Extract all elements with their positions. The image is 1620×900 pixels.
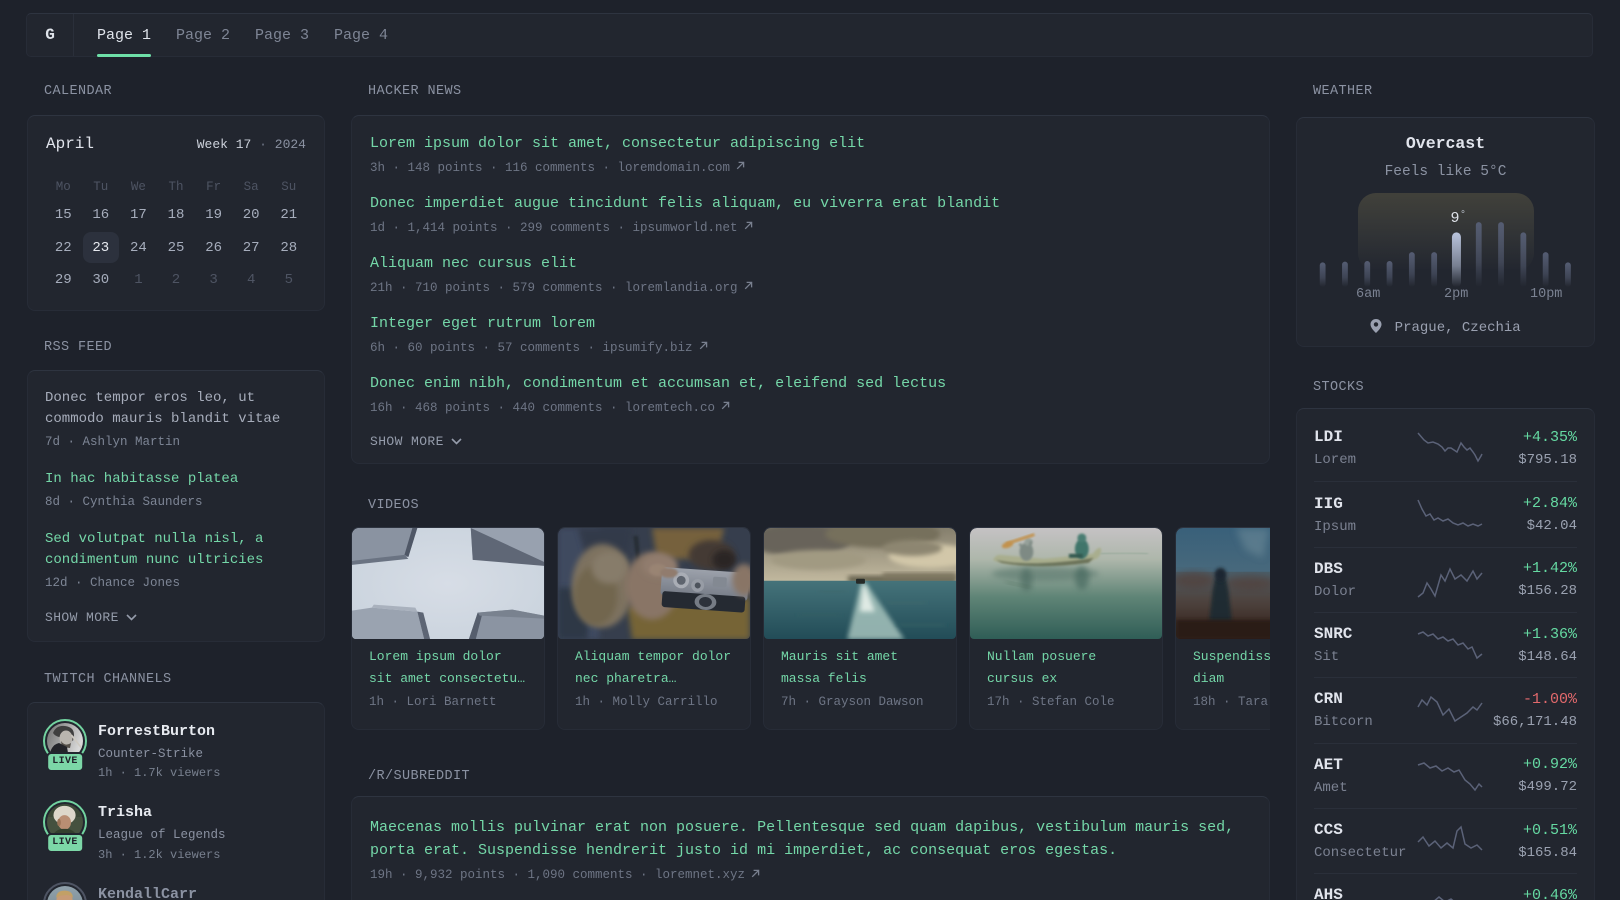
svg-text:°: °	[1460, 209, 1466, 221]
svg-text:9: 9	[1450, 210, 1459, 227]
